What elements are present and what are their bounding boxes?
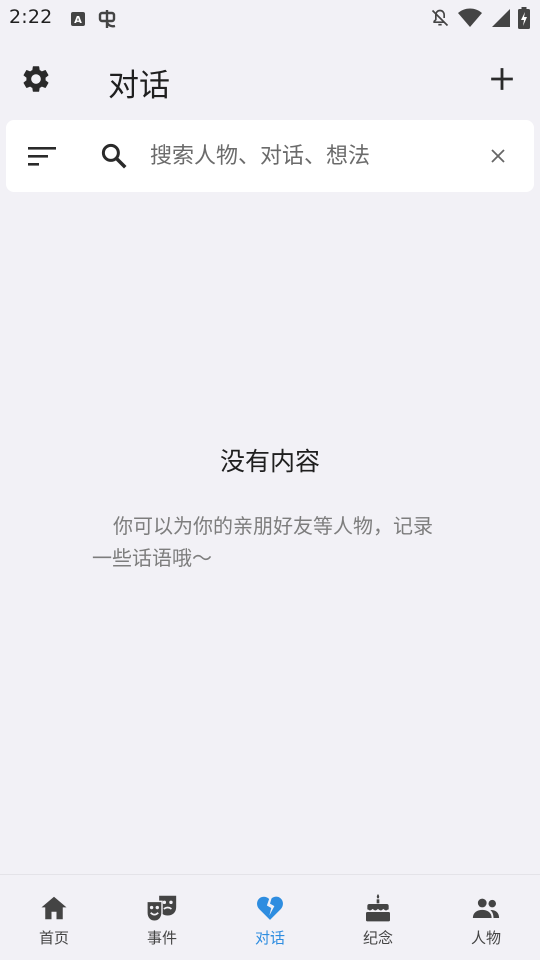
settings-button[interactable] bbox=[16, 59, 56, 99]
search-icon bbox=[94, 136, 134, 176]
cake-icon bbox=[361, 892, 395, 924]
empty-state-title: 没有内容 bbox=[219, 447, 320, 476]
nav-item-anniversaries[interactable]: 纪念 bbox=[324, 875, 432, 960]
status-time: 2:22 bbox=[9, 6, 53, 28]
svg-text:A: A bbox=[74, 15, 82, 26]
add-button[interactable] bbox=[482, 59, 522, 99]
theater-masks-icon bbox=[145, 892, 179, 924]
bug-icon bbox=[96, 8, 118, 30]
people-icon bbox=[469, 892, 503, 924]
search-input[interactable] bbox=[150, 138, 470, 174]
nav-item-home[interactable]: 首页 bbox=[0, 875, 108, 960]
nav-label-people: 人物 bbox=[470, 929, 501, 947]
nav-label-events: 事件 bbox=[146, 929, 177, 947]
page-title: 对话 bbox=[108, 68, 170, 104]
home-icon bbox=[37, 892, 71, 924]
close-icon bbox=[491, 149, 505, 163]
clear-search-button[interactable] bbox=[484, 142, 512, 170]
bottom-nav: 首页 事件 对话 纪念 人物 bbox=[0, 874, 540, 960]
wifi-icon bbox=[458, 8, 482, 28]
filter-button[interactable] bbox=[22, 138, 62, 174]
status-left-icons: A bbox=[70, 8, 118, 30]
status-right-icons bbox=[430, 7, 530, 29]
notifications-off-icon bbox=[430, 8, 450, 28]
app-screen: 2:22 A 对话 搜索人物、对话、想法 没有内容 你可以为你的亲朋好友等人物，… bbox=[0, 0, 540, 960]
plus-icon bbox=[491, 68, 513, 90]
broken-heart-icon bbox=[253, 892, 287, 924]
a-badge-icon: A bbox=[70, 11, 86, 27]
cellular-icon bbox=[490, 8, 510, 28]
nav-label-conversations: 对话 bbox=[254, 929, 285, 947]
status-bar: 2:22 A bbox=[0, 0, 540, 36]
filter-list-icon bbox=[28, 147, 56, 166]
empty-state-description: 你可以为你的亲朋好友等人物，记录一些话语哦～ bbox=[92, 514, 433, 570]
app-bar: 对话 bbox=[0, 50, 540, 108]
nav-item-people[interactable]: 人物 bbox=[432, 875, 540, 960]
gear-icon bbox=[23, 66, 49, 92]
nav-label-home: 首页 bbox=[38, 929, 69, 947]
nav-item-events[interactable]: 事件 bbox=[108, 875, 216, 960]
nav-label-anniversaries: 纪念 bbox=[362, 929, 393, 947]
search-bar bbox=[6, 120, 534, 192]
nav-item-conversations[interactable]: 对话 bbox=[216, 875, 324, 960]
battery-charging-icon bbox=[518, 7, 530, 29]
